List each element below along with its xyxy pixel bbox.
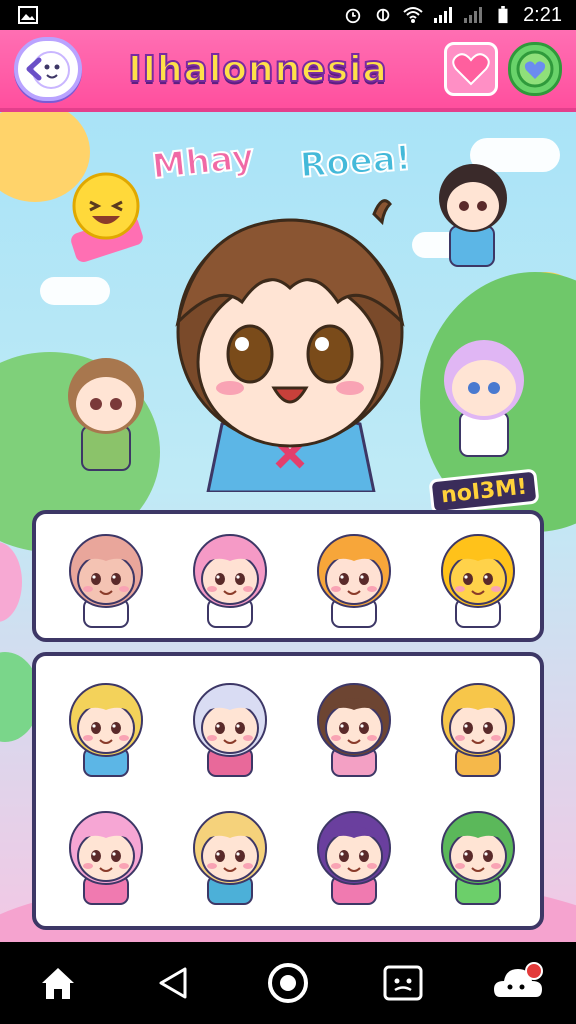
sticker-grid — [32, 652, 544, 930]
sticker-purple-hair-art — [317, 811, 391, 905]
home-icon — [41, 968, 74, 999]
heart-icon — [452, 53, 490, 86]
sticker-yellow-bob[interactable] — [168, 792, 292, 920]
back-face-icon — [26, 51, 70, 89]
app-header: IIhalonnesia — [0, 30, 576, 112]
banner-right: Roea! — [298, 137, 414, 187]
side-character-lilac-hair — [444, 340, 524, 457]
sticker-blonde-hearts[interactable] — [416, 664, 540, 792]
sticker-yellow-face-art — [441, 534, 515, 628]
favorites-button[interactable] — [444, 42, 498, 96]
status-bar: 2:21 — [0, 0, 576, 30]
battery-icon — [498, 6, 508, 24]
sticker-face-icon — [383, 965, 423, 1001]
sticker-brown-hair[interactable] — [292, 664, 416, 792]
sticker-yellow-face[interactable] — [416, 520, 540, 638]
sticker-pink-pigtails-art — [69, 811, 143, 905]
sticker-blonde-hearts-art — [441, 683, 515, 777]
triangle-back-icon — [159, 967, 187, 999]
sticker-pink-girl-art — [193, 534, 267, 628]
alarm-icon — [345, 8, 361, 24]
circle-icon — [267, 963, 308, 1003]
sticker-silver-hair-art — [193, 683, 267, 777]
signal-icon — [376, 8, 390, 22]
sticker-green-hair-art — [441, 811, 515, 905]
back-button[interactable] — [14, 37, 82, 101]
app-title: IIhalonnesia — [127, 48, 388, 91]
sticker-blob-heart-art — [69, 534, 143, 628]
back-nav-button[interactable] — [143, 953, 203, 1013]
bottom-nav — [0, 942, 576, 1024]
sticker-pink-pigtails[interactable] — [44, 792, 168, 920]
balloon-pink — [0, 542, 22, 622]
sticker-green-hair[interactable] — [416, 792, 540, 920]
home-circle-button[interactable] — [258, 953, 318, 1013]
cell-signal-icon — [434, 7, 453, 23]
sticker-face-button[interactable] — [373, 953, 433, 1013]
sticker-silver-hair[interactable] — [168, 664, 292, 792]
sticker-pink-girl[interactable] — [168, 520, 292, 638]
cloud — [40, 277, 110, 305]
wifi-icon — [403, 7, 423, 23]
side-character-dark-hair — [439, 164, 507, 267]
badge-button[interactable] — [508, 42, 562, 96]
mute-icon — [464, 7, 483, 23]
featured-sticker-row — [32, 510, 544, 642]
sticker-scene: Mhay Roea! noI3M! — [0, 112, 576, 942]
sticker-orange-buns-art — [317, 534, 391, 628]
status-icons: 2:21 — [343, 4, 562, 27]
sticker-blonde-bow-art — [69, 683, 143, 777]
green-badge-icon — [516, 50, 554, 88]
gallery-icon — [18, 6, 38, 24]
main-character — [175, 199, 405, 492]
sticker-blob-heart[interactable] — [44, 520, 168, 638]
cloud-notification-icon — [494, 962, 544, 997]
sticker-brown-hair-art — [317, 683, 391, 777]
status-time: 2:21 — [523, 3, 562, 26]
home-button[interactable] — [28, 953, 88, 1013]
notification-button[interactable] — [488, 953, 548, 1013]
sticker-orange-buns[interactable] — [292, 520, 416, 638]
sticker-yellow-bob-art — [193, 811, 267, 905]
sticker-purple-hair[interactable] — [292, 792, 416, 920]
side-character-brown-hair — [68, 358, 144, 471]
sticker-blonde-bow[interactable] — [44, 664, 168, 792]
